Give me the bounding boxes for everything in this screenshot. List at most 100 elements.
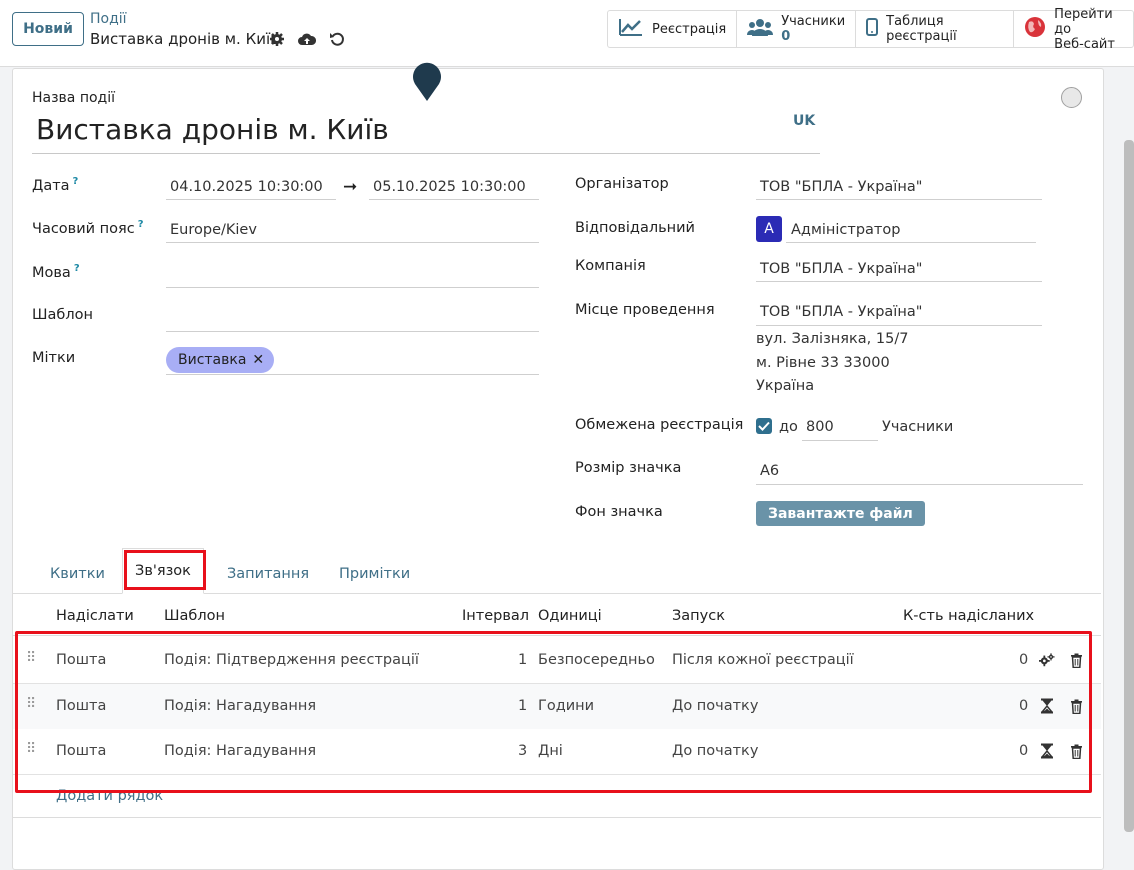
column-template[interactable]: Шаблон <box>164 608 225 624</box>
date-label: Дата? <box>32 176 78 194</box>
scrollbar-thumb[interactable] <box>1124 140 1134 832</box>
smart-buttons: Реєстрація Учасники 0 Таблиця реєстрації… <box>607 7 1134 52</box>
tab-questions[interactable]: Запитання <box>227 566 309 582</box>
tab-tickets[interactable]: Квитки <box>50 566 105 582</box>
date-begin-input[interactable]: 04.10.2025 10:30:00 <box>170 179 323 195</box>
tab-notes[interactable]: Примітки <box>339 566 410 582</box>
add-line-link[interactable]: Додати рядок <box>56 788 163 804</box>
table-bottom-divider <box>13 817 1101 818</box>
seats-max-input[interactable]: 800 <box>806 419 834 435</box>
tab-communication[interactable]: Зв'язок <box>122 548 204 594</box>
limit-to-text: до <box>779 419 798 435</box>
row-sent-count: 0 <box>1019 698 1029 714</box>
breadcrumb-parent[interactable]: Події <box>90 11 127 27</box>
row-sent-count: 0 <box>1019 652 1029 668</box>
date-help-icon[interactable]: ? <box>73 176 79 187</box>
mobile-icon <box>866 18 879 40</box>
avatar: A <box>756 216 782 242</box>
template-label: Шаблон <box>32 307 93 323</box>
badge-size-select[interactable]: A6 <box>760 463 779 479</box>
company-underline <box>756 281 1042 282</box>
row-send: Пошта <box>56 743 107 759</box>
users-icon <box>747 17 774 41</box>
organizer-input[interactable]: ТОВ "БПЛА - Україна" <box>760 179 922 195</box>
template-select[interactable] <box>166 331 539 332</box>
column-interval[interactable]: Інтервал <box>462 608 529 624</box>
cloud-upload-icon[interactable] <box>298 30 316 48</box>
language-badge[interactable]: UK <box>793 113 815 129</box>
trash-icon[interactable] <box>1068 698 1084 714</box>
upload-file-button[interactable]: Завантажте файл <box>756 501 925 526</box>
chart-line-icon <box>618 17 644 41</box>
trash-icon[interactable] <box>1068 652 1084 668</box>
kanban-state-icon[interactable] <box>1061 87 1082 108</box>
row-sent-count: 0 <box>1019 743 1029 759</box>
event-name-input[interactable]: Виставка дронів м. Київ <box>36 113 389 146</box>
organizer-label: Організатор <box>575 176 669 192</box>
registration-desk-label: Таблиця реєстрації <box>886 14 957 44</box>
registration-desk-smart-button[interactable]: Таблиця реєстрації <box>856 11 1015 47</box>
timezone-select[interactable]: Europe/Kiev <box>170 222 257 238</box>
date-label-text: Дата <box>32 177 70 194</box>
row-unit: Дні <box>538 743 563 759</box>
discard-icon[interactable] <box>328 30 346 48</box>
row-trigger: До початку <box>672 698 759 714</box>
row-send: Пошта <box>56 698 107 714</box>
column-send[interactable]: Надіслати <box>56 608 134 624</box>
venue-input[interactable]: ТОВ "БПЛА - Україна" <box>760 304 922 320</box>
go-to-website-smart-button[interactable]: Перейти до Веб-сайт <box>1014 7 1133 52</box>
company-input[interactable]: ТОВ "БПЛА - Україна" <box>760 261 922 277</box>
row-send: Пошта <box>56 652 107 668</box>
row-interval: 1 <box>518 652 528 668</box>
venue-label: Місце проведення <box>575 302 715 318</box>
date-end-input[interactable]: 05.10.2025 10:30:00 <box>373 179 526 195</box>
language-select[interactable] <box>166 287 539 288</box>
drag-handle-icon[interactable]: ⠿ <box>26 696 36 712</box>
tag-chip-label: Виставка <box>178 352 247 368</box>
column-unit[interactable]: Одиниці <box>538 608 602 624</box>
tag-chip[interactable]: Виставка ✕ <box>166 347 275 373</box>
company-label: Компанія <box>575 258 646 274</box>
map-pin-icon <box>412 62 442 106</box>
attendees-count: 0 <box>781 29 791 44</box>
column-sent-count[interactable]: К-сть надісланих <box>903 608 1034 624</box>
tags-label: Мітки <box>32 350 76 366</box>
website-label-line1: Перейти до <box>1054 6 1113 37</box>
venue-address-line3: Україна <box>756 378 815 394</box>
attendees-smart-button[interactable]: Учасники 0 <box>737 11 857 47</box>
registration-smart-button[interactable]: Реєстрація <box>608 11 738 47</box>
row-template: Подія: Підтвердження реєстрації <box>164 652 419 668</box>
control-panel: Новий Події Виставка дронів м. Київ Реєс… <box>0 0 1134 67</box>
gears-icon <box>1039 652 1055 668</box>
venue-address-line2: м. Рівне 33 33000 <box>756 355 890 371</box>
website-label-line2: Веб-сайт <box>1054 36 1115 52</box>
date-end-underline <box>369 199 539 200</box>
tags-underline <box>166 374 539 375</box>
language-help-icon[interactable]: ? <box>74 263 80 274</box>
hourglass-icon <box>1039 743 1055 759</box>
limit-unit-text: Учасники <box>882 419 954 435</box>
timezone-help-icon[interactable]: ? <box>138 219 144 230</box>
close-icon[interactable]: ✕ <box>252 352 264 368</box>
attendees-label: Учасники <box>781 14 846 29</box>
venue-address-line1: вул. Залізняка, 15/7 <box>756 331 909 347</box>
seats-max-underline <box>802 440 878 441</box>
trash-icon[interactable] <box>1068 743 1084 759</box>
column-trigger[interactable]: Запуск <box>672 608 725 624</box>
row-unit: Години <box>538 698 595 714</box>
row-interval: 3 <box>518 743 528 759</box>
organizer-underline <box>756 199 1042 200</box>
breadcrumb-current: Виставка дронів м. Київ <box>90 30 279 48</box>
globe-icon <box>1024 16 1046 42</box>
gear-icon[interactable] <box>268 30 286 48</box>
badge-size-underline <box>756 484 1083 485</box>
drag-handle-icon[interactable]: ⠿ <box>26 650 36 666</box>
drag-handle-icon[interactable]: ⠿ <box>26 741 36 757</box>
language-label-text: Мова <box>32 264 71 281</box>
timezone-label: Часовий пояс? <box>32 219 144 237</box>
new-button[interactable]: Новий <box>12 12 84 46</box>
arrow-right-icon: ➞ <box>343 177 358 197</box>
row-trigger: До початку <box>672 743 759 759</box>
responsible-input[interactable]: Адміністратор <box>791 222 900 238</box>
limited-registration-checkbox[interactable] <box>756 418 772 434</box>
